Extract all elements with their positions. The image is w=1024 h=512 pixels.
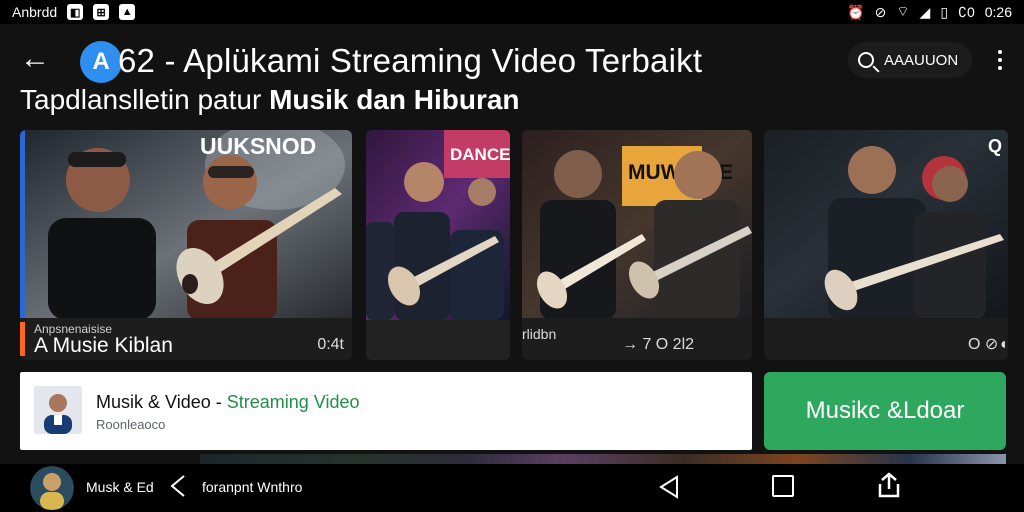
signal-icon: ◢ [919, 3, 931, 20]
featured-title-separator: - [210, 392, 227, 412]
artist-thumbnail [34, 386, 82, 434]
card-meta: Anpsnenaisise A Musie Kiblan 0:4t [20, 318, 352, 360]
card-meta: O ⊘◖ [764, 318, 1008, 360]
section-subtitle: Tapdlanslletin patur Musik dan Hiburan [20, 84, 520, 116]
media-card-musician-4[interactable]: Q O ⊘◖ [764, 130, 1008, 360]
nav-label-secondary: foranpnt Wnthro [202, 479, 303, 495]
battery-icon: ▯ [940, 3, 949, 20]
card-overlay-text: UUKSNOD [200, 133, 316, 159]
featured-info-panel[interactable]: Musik & Video - Streaming Video Roonleao… [20, 372, 752, 450]
status-bar: Anbrdd ◧ ⊞ ▲ ⏰ ⊘ ⌔ ◢ ▯ ∁0 0:26 [0, 0, 1024, 24]
wifi-icon: ⌔ [896, 3, 910, 19]
back-nav-icon[interactable] [656, 474, 680, 500]
app-logo: A [80, 41, 122, 83]
back-arrow-icon[interactable]: ← [18, 42, 52, 76]
card-thumbnail: Q [764, 130, 1008, 320]
search-button[interactable]: AAAUUON [848, 42, 973, 78]
media-card-musician-3[interactable]: MUW MUE rlidbn → 7 O 2l2 [522, 130, 752, 360]
media-card-musician-1[interactable]: UUKSNOD Anpsnenaisise A Musie Kiblan 0:4… [20, 130, 352, 360]
card-controls: → 7 O 2l2 [622, 336, 695, 353]
nav-label-primary: Musk & Ed [86, 479, 154, 495]
featured-title: Musik & Video - Streaming Video [96, 392, 359, 413]
mute-icon: ⊘ [874, 3, 887, 20]
card-accent-bar [20, 130, 25, 320]
card-thumbnail: UUKSNOD [20, 130, 352, 320]
more-dot [998, 66, 1002, 70]
card-thumbnail: DANCE [366, 130, 510, 320]
card-overlay-text: Q [988, 136, 1002, 156]
featured-title-main: Musik & Video [96, 392, 211, 412]
card-thumbnail: MUW MUE [522, 130, 752, 320]
share-icon[interactable] [874, 470, 904, 500]
status-time: 0:26 [984, 4, 1012, 20]
media-card-musician-2[interactable]: DANCE [366, 130, 510, 360]
subtitle-prefix: Tapdlanslletin patur [20, 84, 262, 115]
chevron-left-svg [170, 475, 185, 497]
home-nav-icon[interactable] [772, 475, 794, 497]
app-icon-1: ◧ [67, 4, 84, 20]
card-meta: rlidbn → 7 O 2l2 [522, 318, 752, 360]
card-title: A Musie Kiblan [34, 334, 173, 357]
music-download-button[interactable]: Musikc &Ldoar [764, 372, 1006, 450]
concert-artwork-2: DANCE [366, 130, 510, 320]
app-icon-2: ⊞ [93, 4, 110, 20]
more-vertical-icon[interactable] [990, 46, 1010, 74]
app-title: 62 - Aplükami Streaming Video Terbaikt [118, 42, 703, 79]
chevron-left-icon[interactable] [168, 474, 188, 498]
search-icon [858, 52, 874, 68]
more-dot [998, 58, 1002, 62]
avatar[interactable] [30, 466, 74, 510]
share-svg [878, 472, 900, 498]
card-controls: O ⊘◖ [968, 336, 1008, 353]
carrier-label: Anbrdd [12, 4, 58, 20]
card-duration: 0:4t [317, 336, 344, 353]
back-triangle-svg [659, 475, 678, 499]
artist-portrait [34, 386, 82, 434]
avatar-image [30, 466, 74, 510]
concert-artwork-1: UUKSNOD [20, 130, 352, 320]
alarm-icon: ⏰ [847, 3, 865, 20]
concert-artwork-3: MUW MUE [522, 130, 752, 320]
app-icon-3: ▲ [119, 4, 136, 20]
featured-title-highlight: Streaming Video [226, 392, 360, 412]
card-orange-bar [20, 322, 25, 356]
status-battery-label: ∁0 [958, 3, 975, 20]
concert-artwork-4: Q [764, 130, 1008, 320]
media-preview-strip [200, 454, 1006, 464]
subtitle-category: Musik dan Hiburan [269, 84, 520, 115]
featured-subtitle: Roonleaoco [96, 417, 166, 432]
card-kicker: rlidbn [522, 326, 557, 342]
search-label: AAAUUON [884, 51, 959, 69]
card-overlay-text: DANCE [450, 145, 510, 164]
more-dot [998, 50, 1002, 54]
